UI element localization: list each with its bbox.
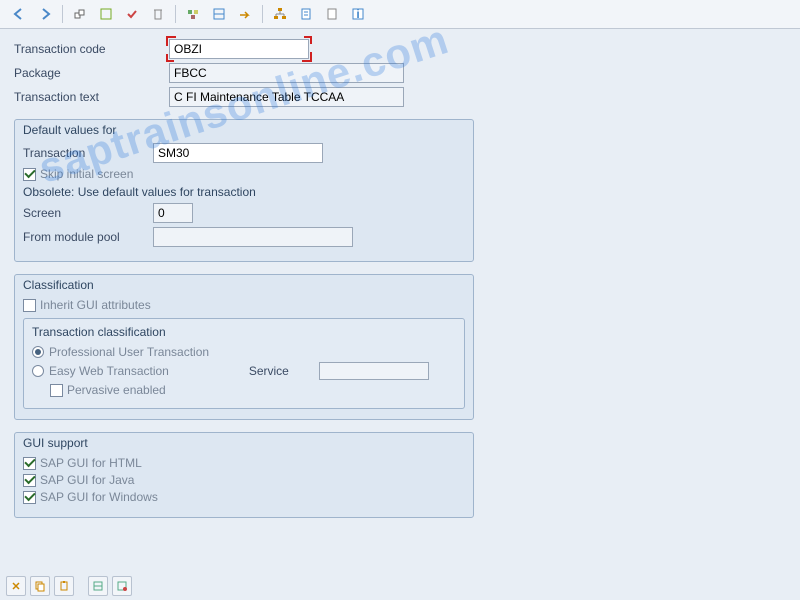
gui-html-checkbox[interactable] bbox=[23, 457, 36, 470]
main-content: Transaction code OBZI Package FBCC Trans… bbox=[0, 29, 800, 522]
paste-icon[interactable] bbox=[54, 576, 74, 596]
svg-text:i: i bbox=[356, 7, 359, 21]
display-change-button[interactable] bbox=[69, 4, 91, 24]
transaction-input[interactable]: SM30 bbox=[153, 143, 323, 163]
separator bbox=[175, 5, 176, 23]
tcode-field-highlight: OBZI bbox=[169, 39, 309, 59]
screen-row: Screen 0 bbox=[23, 203, 465, 223]
tcode-row: Transaction code OBZI bbox=[14, 39, 786, 59]
separator bbox=[262, 5, 263, 23]
package-row: Package FBCC bbox=[14, 63, 786, 83]
inherit-checkbox[interactable] bbox=[23, 299, 36, 312]
package-label: Package bbox=[14, 66, 169, 80]
pool-input bbox=[153, 227, 353, 247]
skip-row: Skip initial screen bbox=[23, 167, 465, 181]
default-values-title: Default values for bbox=[23, 123, 465, 137]
professional-radio[interactable] bbox=[32, 346, 44, 358]
skip-initial-label: Skip initial screen bbox=[40, 167, 133, 181]
activate-button[interactable] bbox=[95, 4, 117, 24]
gui-win-label: SAP GUI for Windows bbox=[40, 490, 158, 504]
inherit-row: Inherit GUI attributes bbox=[23, 298, 465, 312]
ttext-label: Transaction text bbox=[14, 90, 169, 104]
forward-button[interactable] bbox=[34, 4, 56, 24]
back-button[interactable] bbox=[8, 4, 30, 24]
easy-row: Easy Web Transaction Service bbox=[32, 362, 456, 380]
classification-title: Classification bbox=[23, 278, 465, 292]
pool-row: From module pool bbox=[23, 227, 465, 247]
gui-java-row: SAP GUI for Java bbox=[23, 473, 465, 487]
pervasive-label: Pervasive enabled bbox=[67, 383, 166, 397]
gui-support-group: GUI support SAP GUI for HTML SAP GUI for… bbox=[14, 432, 474, 518]
tcode-input[interactable]: OBZI bbox=[169, 39, 309, 59]
inherit-label: Inherit GUI attributes bbox=[40, 298, 151, 312]
other-object-button[interactable] bbox=[182, 4, 204, 24]
tcode-label: Transaction code bbox=[14, 42, 169, 56]
transaction-label: Transaction bbox=[23, 146, 153, 160]
gui-title: GUI support bbox=[23, 436, 465, 450]
pool-label: From module pool bbox=[23, 230, 153, 244]
gui-html-label: SAP GUI for HTML bbox=[40, 456, 142, 470]
easyweb-label: Easy Web Transaction bbox=[49, 364, 169, 378]
ttext-input: C FI Maintenance Table TCCAA bbox=[169, 87, 404, 107]
gui-html-row: SAP GUI for HTML bbox=[23, 456, 465, 470]
screen-label: Screen bbox=[23, 206, 153, 220]
transaction-classification-subgroup: Transaction classification Professional … bbox=[23, 318, 465, 409]
test-button[interactable] bbox=[295, 4, 317, 24]
pervasive-checkbox[interactable] bbox=[50, 384, 63, 397]
gui-win-row: SAP GUI for Windows bbox=[23, 490, 465, 504]
package-input: FBCC bbox=[169, 63, 404, 83]
transaction-row: Transaction SM30 bbox=[23, 143, 465, 163]
default-values-group: Default values for Transaction SM30 Skip… bbox=[14, 119, 474, 262]
classification-group: Classification Inherit GUI attributes Tr… bbox=[14, 274, 474, 420]
check-button[interactable] bbox=[121, 4, 143, 24]
copy-icon[interactable] bbox=[30, 576, 50, 596]
transport-button[interactable] bbox=[234, 4, 256, 24]
obsolete-row: Obsolete: Use default values for transac… bbox=[23, 185, 465, 199]
service-label: Service bbox=[249, 364, 319, 378]
prof-row: Professional User Transaction bbox=[32, 345, 456, 359]
pervasive-row: Pervasive enabled bbox=[50, 383, 456, 397]
professional-label: Professional User Transaction bbox=[49, 345, 209, 359]
spacer bbox=[78, 576, 84, 596]
documentation-button[interactable] bbox=[321, 4, 343, 24]
tc-subtitle: Transaction classification bbox=[32, 325, 456, 339]
gui-win-checkbox[interactable] bbox=[23, 491, 36, 504]
gui-java-checkbox[interactable] bbox=[23, 474, 36, 487]
delete-button[interactable] bbox=[147, 4, 169, 24]
separator bbox=[62, 5, 63, 23]
cut-icon[interactable] bbox=[6, 576, 26, 596]
screen-input: 0 bbox=[153, 203, 193, 223]
obsolete-text: Obsolete: Use default values for transac… bbox=[23, 185, 256, 199]
gui-java-label: SAP GUI for Java bbox=[40, 473, 134, 487]
status-bar-buttons bbox=[6, 576, 132, 596]
service-input[interactable] bbox=[319, 362, 429, 380]
info-button[interactable]: i bbox=[347, 4, 369, 24]
sap-window: i Transaction code OBZI Package FBCC Tra… bbox=[0, 0, 800, 600]
hierarchy-button[interactable] bbox=[269, 4, 291, 24]
skip-initial-checkbox[interactable] bbox=[23, 168, 36, 181]
ttext-row: Transaction text C FI Maintenance Table … bbox=[14, 87, 786, 107]
application-toolbar: i bbox=[0, 0, 800, 29]
settings-icon[interactable] bbox=[112, 576, 132, 596]
easyweb-radio[interactable] bbox=[32, 365, 44, 377]
where-used-button[interactable] bbox=[208, 4, 230, 24]
layout-icon[interactable] bbox=[88, 576, 108, 596]
